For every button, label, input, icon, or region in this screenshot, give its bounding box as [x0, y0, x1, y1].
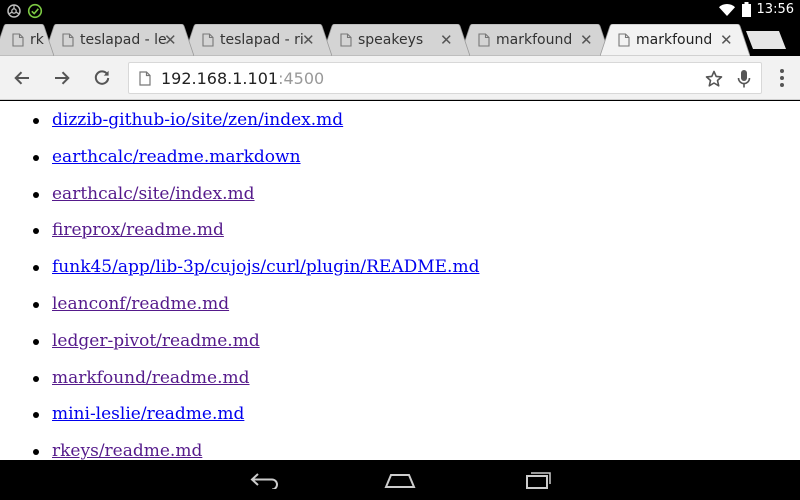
- wifi-icon: [718, 3, 735, 16]
- url-port: :4500: [278, 69, 325, 88]
- list-item: mini-leslie/readme.md: [32, 403, 479, 440]
- list-item: fireprox/readme.md: [32, 219, 479, 256]
- tab-4[interactable]: markfound ✕: [460, 24, 610, 56]
- menu-dot: [780, 76, 784, 80]
- file-link[interactable]: earthcalc/site/index.md: [52, 184, 255, 204]
- list-item: earthcalc/site/index.md: [32, 183, 479, 220]
- page-icon: [478, 33, 490, 47]
- page-icon: [139, 71, 151, 86]
- tab-title: markfound: [496, 32, 573, 48]
- file-link[interactable]: ledger-pivot/readme.md: [52, 331, 260, 351]
- system-recents-button[interactable]: [516, 468, 556, 492]
- page-icon: [62, 33, 74, 47]
- clock: 13:56: [756, 2, 794, 17]
- page-icon: [618, 33, 630, 47]
- tab-title: rk: [30, 32, 44, 48]
- recents-icon: [526, 472, 551, 489]
- tab-0[interactable]: rk: [0, 24, 54, 56]
- menu-button[interactable]: [772, 66, 792, 90]
- menu-dot: [780, 83, 784, 87]
- file-link[interactable]: dizzib-github-io/site/zen/index.md: [52, 110, 343, 130]
- url-text: 192.168.1.101:4500: [161, 69, 324, 88]
- tab-1[interactable]: teslapad - le ✕: [44, 24, 194, 56]
- file-link[interactable]: rkeys/readme.md: [52, 441, 202, 460]
- arrow-right-icon: [55, 71, 70, 85]
- menu-dot: [780, 69, 784, 73]
- system-home-button[interactable]: [380, 468, 420, 492]
- list-item: markfound/readme.md: [32, 367, 479, 404]
- browser-toolbar: 192.168.1.101:4500: [0, 56, 800, 100]
- file-link[interactable]: mini-leslie/readme.md: [52, 404, 244, 424]
- list-item: leanconf/readme.md: [32, 293, 479, 330]
- tab-title: speakeys: [358, 32, 424, 48]
- close-tab-icon[interactable]: ✕: [440, 32, 453, 48]
- forward-button[interactable]: [50, 66, 74, 90]
- close-tab-icon[interactable]: ✕: [720, 32, 733, 48]
- list-item: rkeys/readme.md: [32, 440, 479, 460]
- tab-title: teslapad - le: [80, 32, 167, 48]
- reload-button[interactable]: [90, 66, 114, 90]
- microphone-icon[interactable]: [737, 69, 751, 89]
- page-icon: [12, 33, 24, 47]
- system-nav-bar: [0, 460, 800, 500]
- arrow-left-icon: [14, 71, 29, 85]
- url-host: 192.168.1.101: [161, 69, 279, 88]
- tab-2[interactable]: teslapad - ri ✕: [184, 24, 332, 56]
- back-icon: [250, 473, 278, 489]
- address-bar[interactable]: 192.168.1.101:4500: [128, 62, 762, 94]
- file-link[interactable]: markfound/readme.md: [52, 368, 250, 388]
- page-content: dizzib-github-io/site/zen/index.md earthc…: [0, 101, 800, 460]
- status-bar: 13:56: [0, 0, 800, 22]
- new-tab-button[interactable]: [746, 30, 786, 50]
- system-back-button[interactable]: [245, 468, 285, 492]
- file-link[interactable]: funk45/app/lib-3p/cujojs/curl/plugin/REA…: [52, 257, 479, 277]
- list-item: dizzib-github-io/site/zen/index.md: [32, 109, 479, 146]
- tab-strip: rk teslapad - le ✕ teslapad - ri ✕ speakeys ✕ m…: [0, 22, 800, 56]
- list-item: ledger-pivot/readme.md: [32, 330, 479, 367]
- bookmark-star-icon[interactable]: [705, 70, 723, 88]
- page-icon: [340, 33, 352, 47]
- file-list: dizzib-github-io/site/zen/index.md earthc…: [32, 109, 479, 460]
- home-icon: [384, 474, 416, 488]
- tab-5[interactable]: markfound ✕: [600, 24, 750, 56]
- list-item: funk45/app/lib-3p/cujojs/curl/plugin/REA…: [32, 256, 479, 293]
- close-tab-icon[interactable]: ✕: [580, 32, 593, 48]
- list-item: earthcalc/readme.markdown: [32, 146, 479, 183]
- chrome-sync-icon: [7, 4, 21, 18]
- back-button[interactable]: [10, 66, 34, 90]
- file-link[interactable]: fireprox/readme.md: [52, 220, 224, 240]
- file-link[interactable]: earthcalc/readme.markdown: [52, 147, 301, 167]
- check-circle-icon: [27, 3, 43, 19]
- page-icon: [202, 33, 214, 47]
- tab-3[interactable]: speakeys ✕: [322, 24, 470, 56]
- file-link[interactable]: leanconf/readme.md: [52, 294, 229, 314]
- tab-title: teslapad - ri: [220, 32, 304, 48]
- tab-title: markfound: [636, 32, 713, 48]
- close-tab-icon[interactable]: ✕: [164, 32, 177, 48]
- reload-icon: [94, 70, 110, 85]
- battery-icon: [741, 2, 751, 17]
- close-tab-icon[interactable]: ✕: [302, 32, 315, 48]
